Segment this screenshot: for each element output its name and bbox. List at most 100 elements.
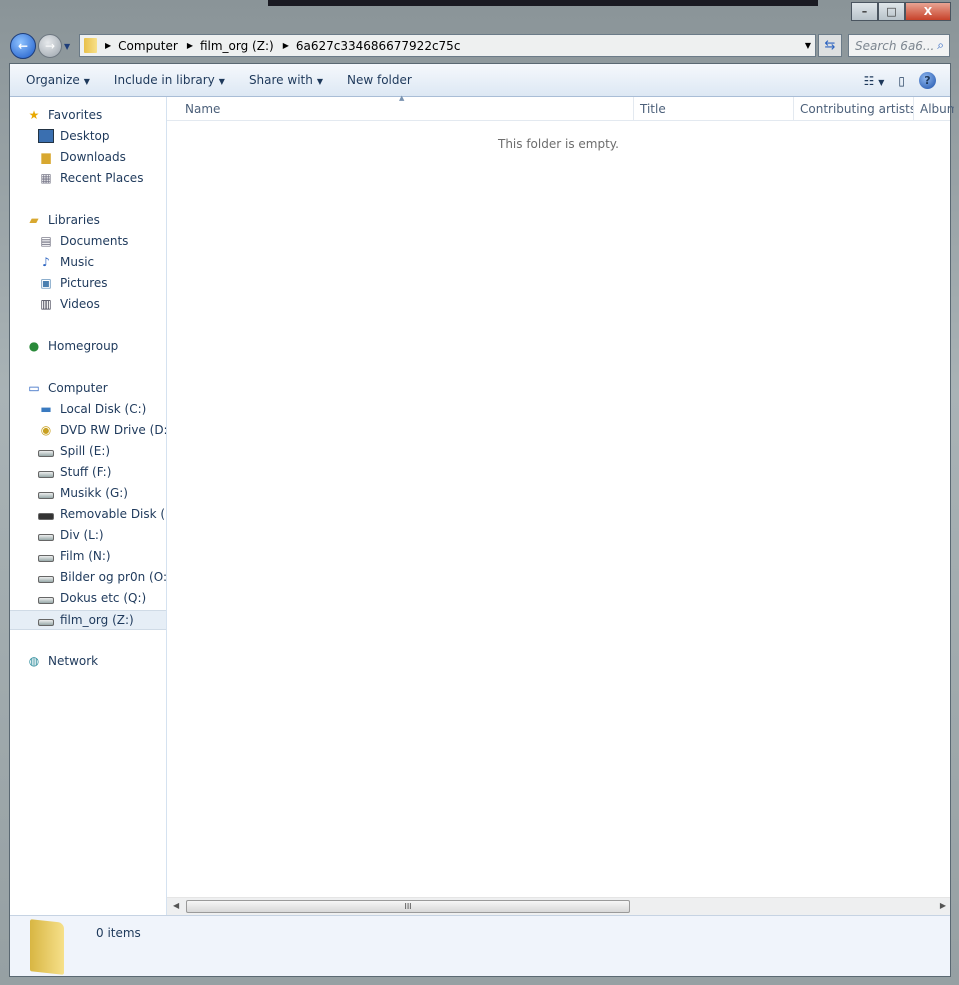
maximize-button[interactable]: □: [878, 2, 905, 21]
documents-icon: ▤: [40, 234, 52, 248]
dvd-drive-icon: ◉: [40, 423, 52, 437]
column-album[interactable]: Album: [914, 97, 954, 121]
sidebar-drive-f[interactable]: Stuff (F:): [38, 462, 166, 482]
share-label: Share with: [248, 73, 313, 87]
sidebar-item-desktop[interactable]: Desktop: [38, 126, 166, 146]
horizontal-scrollbar[interactable]: ◀ III ▶: [167, 897, 950, 915]
command-bar: Organize ▼ Include in library ▼ Share with…: [10, 64, 950, 97]
sidebar-drive-e[interactable]: Spill (E:): [38, 441, 166, 461]
taskbar-strip: [268, 0, 818, 6]
refresh-button[interactable]: ⇆: [818, 34, 842, 57]
label: Stuff (F:): [60, 465, 112, 479]
column-title[interactable]: Title: [634, 97, 794, 121]
label: Network: [48, 654, 99, 668]
view-options-icon[interactable]: ☷ ▼: [864, 74, 885, 88]
windows-drive-icon: ▬: [40, 402, 52, 416]
label: Div (L:): [60, 528, 104, 542]
removable-disk-icon: [38, 512, 54, 520]
sidebar-drive-c[interactable]: ▬ Local Disk (C:): [38, 399, 166, 419]
preview-pane-icon[interactable]: ▯: [898, 74, 905, 88]
sidebar-item-music[interactable]: ♪ Music: [38, 252, 166, 272]
scrollbar-thumb[interactable]: III: [186, 900, 630, 913]
chevron-down-icon: ▼: [316, 77, 323, 86]
sidebar-drive-l[interactable]: Div (L:): [38, 525, 166, 545]
address-bar[interactable]: ▶ Computer ▶ film_org (Z:) ▶ 6a627c33468…: [79, 34, 816, 57]
sidebar-homegroup[interactable]: ● Homegroup: [26, 336, 166, 356]
chevron-right-icon[interactable]: ▶: [187, 41, 193, 50]
organize-button[interactable]: Organize ▼: [18, 73, 98, 87]
videos-icon: ▥: [40, 297, 52, 311]
minimize-button[interactable]: –: [851, 2, 878, 21]
empty-folder-message: This folder is empty.: [498, 137, 619, 151]
window-controls: – □ X: [851, 2, 951, 21]
address-dropdown-icon[interactable]: ▼: [805, 41, 811, 50]
label: Recent Places: [60, 171, 144, 185]
sidebar-drive-z[interactable]: film_org (Z:): [10, 610, 166, 630]
label: Film (N:): [60, 549, 111, 563]
label: Downloads: [60, 150, 126, 164]
chevron-right-icon[interactable]: ▶: [283, 41, 289, 50]
label: Bilder og pr0n (O:): [60, 570, 167, 584]
drive-icon: [38, 449, 54, 457]
drive-icon: [38, 618, 54, 626]
sidebar-drive-n[interactable]: Film (N:): [38, 546, 166, 566]
sidebar-computer[interactable]: ▭ Computer: [26, 378, 166, 398]
search-input[interactable]: Search 6a6... ⌕: [848, 34, 950, 57]
label: Computer: [48, 381, 108, 395]
drive-icon: [38, 491, 54, 499]
label: Musikk (G:): [60, 486, 128, 500]
sidebar-drive-d[interactable]: ◉ DVD RW Drive (D:) F: [38, 420, 166, 440]
label: Music: [60, 255, 95, 269]
sidebar-network[interactable]: ◍ Network: [26, 651, 166, 671]
label: Desktop: [60, 129, 110, 143]
scroll-right-icon[interactable]: ▶: [940, 901, 946, 910]
back-button[interactable]: ←: [10, 33, 36, 59]
breadcrumb-computer[interactable]: Computer: [118, 39, 178, 53]
label: Spill (E:): [60, 444, 111, 458]
computer-icon: ▭: [28, 381, 40, 395]
forward-button[interactable]: →: [38, 34, 62, 58]
chevron-down-icon: ▼: [218, 77, 225, 86]
column-name[interactable]: Name: [179, 97, 634, 121]
recent-pages-dropdown[interactable]: ▼: [64, 42, 70, 51]
label: DVD RW Drive (D:) F: [60, 423, 166, 437]
breadcrumb-folder[interactable]: 6a627c334686677922c75c: [296, 39, 461, 53]
desktop-icon: [38, 129, 54, 143]
label: Pictures: [60, 276, 108, 290]
label: Dokus etc (Q:): [60, 591, 147, 605]
include-in-library-button[interactable]: Include in library ▼: [106, 73, 233, 87]
sidebar-item-documents[interactable]: ▤ Documents: [38, 231, 166, 251]
recent-places-icon: ▦: [40, 171, 52, 185]
share-with-button[interactable]: Share with ▼: [241, 73, 331, 87]
column-contributing-artists[interactable]: Contributing artists: [794, 97, 914, 121]
chevron-down-icon: ▼: [83, 77, 90, 86]
scroll-left-icon[interactable]: ◀: [173, 901, 179, 910]
music-icon: ♪: [42, 255, 50, 269]
new-folder-button[interactable]: New folder: [339, 73, 420, 87]
pictures-icon: ▣: [40, 276, 52, 290]
label: Local Disk (C:): [60, 402, 147, 416]
sidebar-drive-k[interactable]: Removable Disk (K:): [38, 504, 166, 524]
sidebar-item-recent-places[interactable]: ▦ Recent Places: [38, 168, 166, 188]
chevron-right-icon[interactable]: ▶: [105, 41, 111, 50]
file-list: ▲ Name Title Contributing artists Album …: [167, 94, 954, 915]
sidebar-libraries[interactable]: ▰ Libraries: [26, 210, 166, 230]
sidebar-drive-o[interactable]: Bilder og pr0n (O:): [38, 567, 167, 587]
sidebar-item-pictures[interactable]: ▣ Pictures: [38, 273, 166, 293]
drive-icon: [38, 596, 54, 604]
drive-icon: [38, 554, 54, 562]
search-placeholder: Search 6a6...: [855, 38, 935, 53]
label: Videos: [60, 297, 100, 311]
breadcrumb-drive[interactable]: film_org (Z:): [200, 39, 274, 53]
sidebar-drive-q[interactable]: Dokus etc (Q:): [38, 588, 166, 608]
item-count: 0 items: [96, 926, 141, 940]
sidebar-favorites[interactable]: ★ Favorites: [26, 105, 166, 125]
sidebar-drive-g[interactable]: Musikk (G:): [38, 483, 166, 503]
drive-icon: [38, 533, 54, 541]
star-icon: ★: [28, 108, 40, 122]
help-button[interactable]: ?: [919, 72, 936, 89]
sidebar-item-downloads[interactable]: ▆ Downloads: [38, 147, 166, 167]
search-icon[interactable]: ⌕: [937, 38, 944, 53]
sidebar-item-videos[interactable]: ▥ Videos: [38, 294, 166, 314]
close-button[interactable]: X: [905, 2, 951, 21]
